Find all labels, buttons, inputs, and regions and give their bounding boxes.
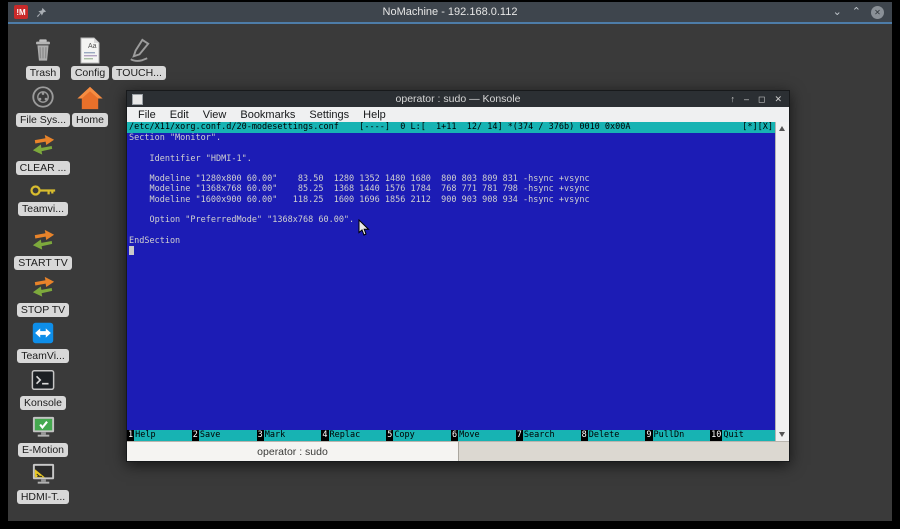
desktop-icon-label: Home bbox=[72, 113, 108, 127]
mcedit-header-buttons[interactable]: [*][X] bbox=[742, 122, 773, 132]
editor-line: Modeline "1280x800 60.00" 83.50 1280 135… bbox=[129, 174, 775, 184]
desktop-icon-label: TeamVi... bbox=[17, 349, 69, 363]
scroll-down-icon[interactable] bbox=[779, 432, 785, 437]
desktop-icon-stop-tv[interactable]: STOP TV bbox=[11, 273, 75, 317]
editor-line bbox=[129, 205, 775, 215]
konsole-menubar: File Edit View Bookmarks Settings Help bbox=[127, 107, 789, 122]
desktop-icon-label: STOP TV bbox=[17, 303, 69, 317]
swap-arrows-icon bbox=[30, 131, 57, 159]
minimize-button[interactable]: ⌄ bbox=[833, 7, 842, 17]
terminal-area[interactable]: /etc/X11/xorg.conf.d/20-modesettings.con… bbox=[127, 122, 775, 441]
editor-line bbox=[129, 143, 775, 153]
desktop-icon-konsole[interactable]: Konsole bbox=[11, 366, 75, 410]
konsole-titlebar[interactable]: operator : sudo — Konsole ↑ – ◻ ✕ bbox=[127, 91, 789, 107]
mcedit-file-status: /etc/X11/xorg.conf.d/20-modesettings.con… bbox=[129, 122, 631, 132]
editor-line: Option "PreferredMode" "1368x768 60.00". bbox=[129, 215, 775, 225]
swap-arrows-icon bbox=[30, 273, 57, 301]
editor-cursor-line bbox=[129, 246, 775, 256]
terminal-icon bbox=[30, 366, 56, 394]
desktop-icon-label: CLEAR ... bbox=[16, 161, 71, 175]
fkey-replace[interactable]: 4Replac bbox=[321, 430, 386, 441]
nomachine-titlebar: !M NoMachine - 192.168.0.112 ⌄ ⌃ ✕ bbox=[8, 2, 892, 24]
maximize-button[interactable]: ◻ bbox=[758, 94, 765, 105]
desktop-icon-clear[interactable]: CLEAR ... bbox=[11, 131, 75, 175]
fkey-quit[interactable]: 10Quit bbox=[710, 430, 775, 441]
desktop-icon-teamviewer-key[interactable]: Teamvi... bbox=[11, 180, 75, 216]
fkey-copy[interactable]: 5Copy bbox=[386, 430, 451, 441]
text-cursor bbox=[129, 246, 134, 255]
desktop-icon-label: TOUCH... bbox=[112, 66, 166, 80]
stylus-icon bbox=[126, 36, 153, 64]
konsole-tabbar: operator : sudo bbox=[127, 441, 789, 461]
menu-view[interactable]: View bbox=[196, 109, 234, 121]
editor-line: Section "Monitor". bbox=[129, 133, 775, 143]
teamviewer-icon bbox=[30, 319, 56, 347]
editor-line: EndSection bbox=[129, 236, 775, 246]
scroll-up-icon[interactable] bbox=[779, 126, 785, 131]
menu-file[interactable]: File bbox=[131, 109, 163, 121]
editor-line bbox=[129, 226, 775, 236]
fkey-pulldn[interactable]: 9PullDn bbox=[645, 430, 710, 441]
konsole-window-title: operator : sudo — Konsole bbox=[127, 93, 789, 105]
desktop-icon-label: E-Motion bbox=[18, 443, 68, 457]
desktop-icon-label: Trash bbox=[26, 66, 60, 80]
konsole-window: operator : sudo — Konsole ↑ – ◻ ✕ File E… bbox=[126, 90, 790, 462]
mcedit-function-bar: 1Help 2Save 3Mark 4Replac 5Copy 6Move 7S… bbox=[127, 430, 775, 441]
mcedit-content: Section "Monitor". Identifier "HDMI-1". … bbox=[129, 133, 775, 257]
fkey-mark[interactable]: 3Mark bbox=[257, 430, 322, 441]
editor-line: Modeline "1600x900 60.00" 118.25 1600 16… bbox=[129, 195, 775, 205]
desktop-icon-teamviewer[interactable]: TeamVi... bbox=[11, 319, 75, 363]
trash-icon bbox=[30, 36, 56, 64]
menu-help[interactable]: Help bbox=[356, 109, 393, 121]
key-icon bbox=[29, 180, 57, 200]
desktop-icon-home[interactable]: Home bbox=[58, 83, 122, 127]
keep-above-button[interactable]: ↑ bbox=[730, 94, 735, 105]
editor-line: Modeline "1368x768 60.00" 85.25 1368 144… bbox=[129, 184, 775, 194]
home-icon bbox=[76, 83, 104, 111]
svg-text:Aa: Aa bbox=[88, 43, 97, 50]
fkey-search[interactable]: 7Search bbox=[516, 430, 581, 441]
desktop-icon-touch[interactable]: TOUCH... bbox=[107, 36, 171, 80]
desktop-icon-hdmi[interactable]: HDMI-T... bbox=[11, 460, 75, 504]
editor-line: Identifier "HDMI-1". bbox=[129, 154, 775, 164]
fkey-move[interactable]: 6Move bbox=[451, 430, 516, 441]
desktop-icon-label: Config bbox=[71, 66, 109, 80]
minimize-button[interactable]: – bbox=[744, 94, 749, 105]
fkey-delete[interactable]: 8Delete bbox=[581, 430, 646, 441]
mcedit-header: /etc/X11/xorg.conf.d/20-modesettings.con… bbox=[127, 122, 775, 133]
menu-bookmarks[interactable]: Bookmarks bbox=[233, 109, 302, 121]
desktop-icon-start-tv[interactable]: START TV bbox=[11, 226, 75, 270]
close-button[interactable]: ✕ bbox=[871, 6, 884, 19]
desktop-icon-emotion[interactable]: E-Motion bbox=[11, 413, 75, 457]
monitor-check-icon bbox=[30, 413, 57, 441]
monitor-warning-icon bbox=[30, 460, 57, 488]
desktop-icon-label: START TV bbox=[14, 256, 71, 270]
maximize-button[interactable]: ⌃ bbox=[852, 7, 861, 17]
reel-icon bbox=[30, 83, 56, 111]
nomachine-window-title: NoMachine - 192.168.0.112 bbox=[8, 6, 892, 18]
desktop-icon-label: Teamvi... bbox=[18, 202, 68, 216]
menu-settings[interactable]: Settings bbox=[302, 109, 356, 121]
mouse-cursor bbox=[358, 219, 370, 242]
fkey-help[interactable]: 1Help bbox=[127, 430, 192, 441]
terminal-scrollbar[interactable] bbox=[775, 122, 789, 441]
fkey-save[interactable]: 2Save bbox=[192, 430, 257, 441]
desktop-icon-label: HDMI-T... bbox=[17, 490, 69, 504]
document-icon: Aa bbox=[78, 36, 102, 64]
close-button[interactable]: ✕ bbox=[774, 94, 782, 105]
tab-operator-sudo[interactable]: operator : sudo bbox=[127, 442, 459, 461]
editor-line bbox=[129, 164, 775, 174]
swap-arrows-icon bbox=[30, 226, 57, 254]
menu-edit[interactable]: Edit bbox=[163, 109, 196, 121]
desktop-icon-label: Konsole bbox=[20, 396, 66, 410]
